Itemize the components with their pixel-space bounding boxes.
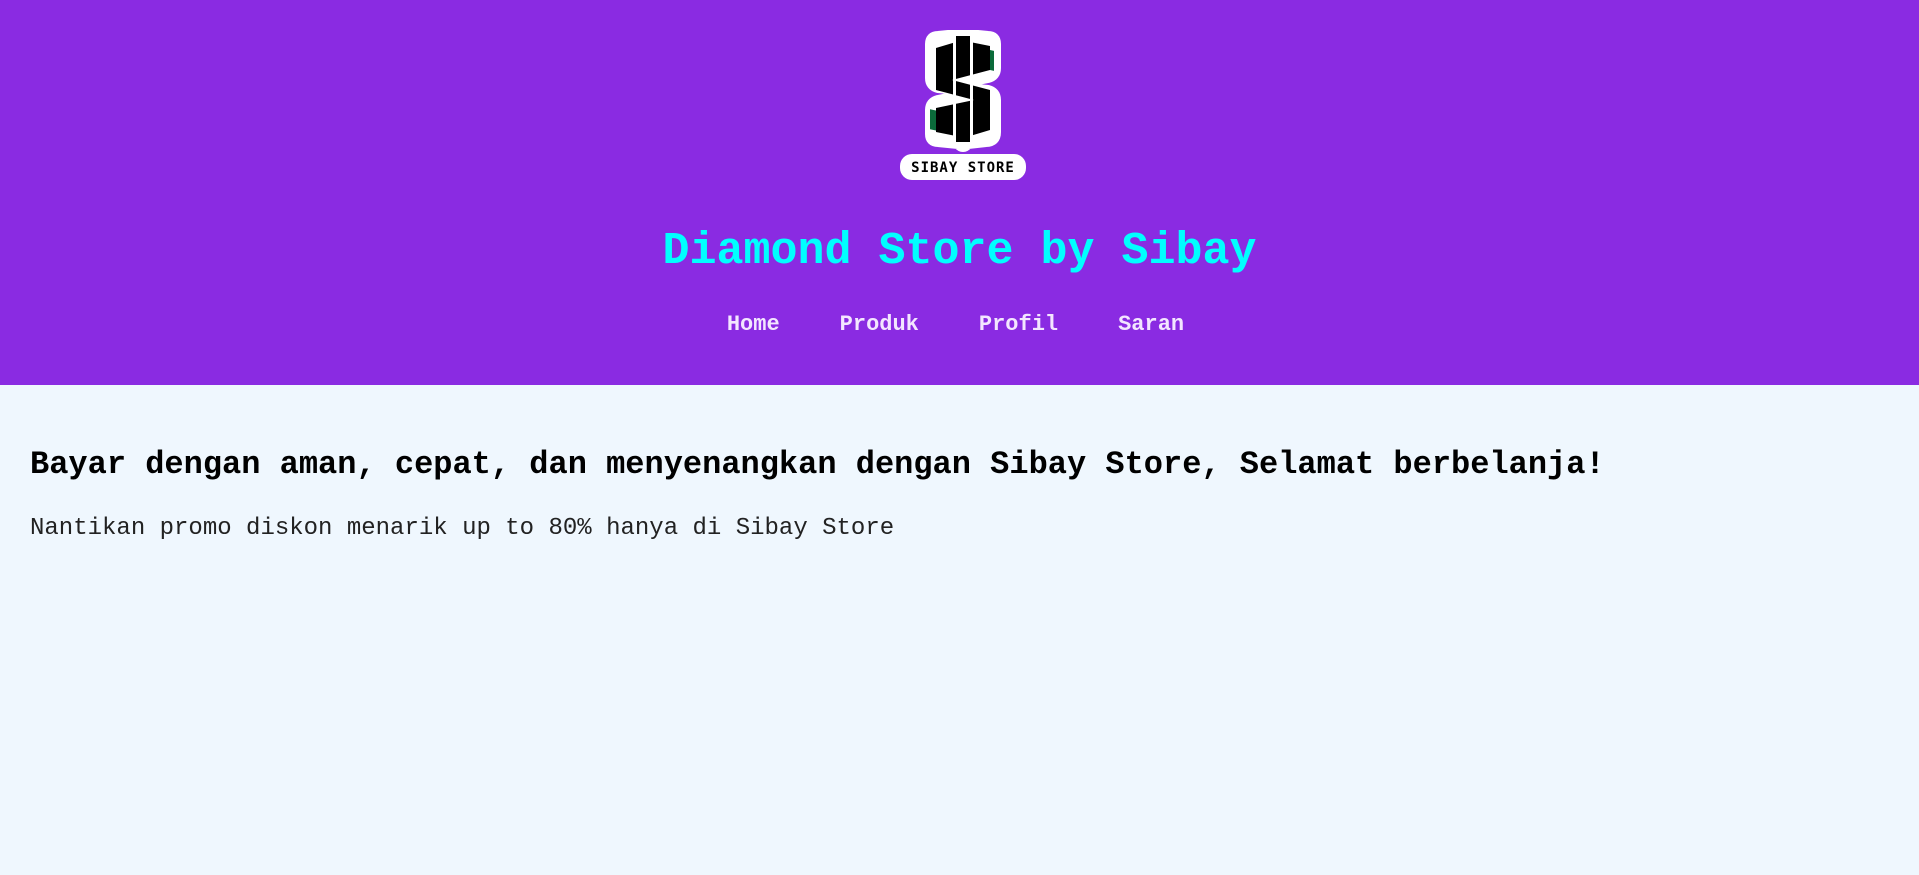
nav-item-produk[interactable]: Produk (828, 310, 931, 340)
nav-item-saran[interactable]: Saran (1106, 310, 1196, 340)
page-title: Diamond Store by Sibay (662, 226, 1257, 277)
nav-item-home[interactable]: Home (715, 310, 792, 340)
sibay-store-logo[interactable]: SIBAY STORE (896, 27, 1030, 182)
nav-item-profil[interactable]: Profil (967, 310, 1070, 340)
promo-text: Nantikan promo diskon menarik up to 80% … (30, 515, 895, 542)
dollar-sign-icon: SIBAY STORE (900, 27, 1026, 180)
logo-text: SIBAY STORE (911, 160, 1015, 176)
welcome-heading: Bayar dengan aman, cepat, dan menyenangk… (30, 446, 1605, 483)
main-nav: Home Produk Profil Saran (0, 310, 1915, 340)
site-header: SIBAY STORE Diamond Store by Sibay Home … (0, 0, 1919, 385)
